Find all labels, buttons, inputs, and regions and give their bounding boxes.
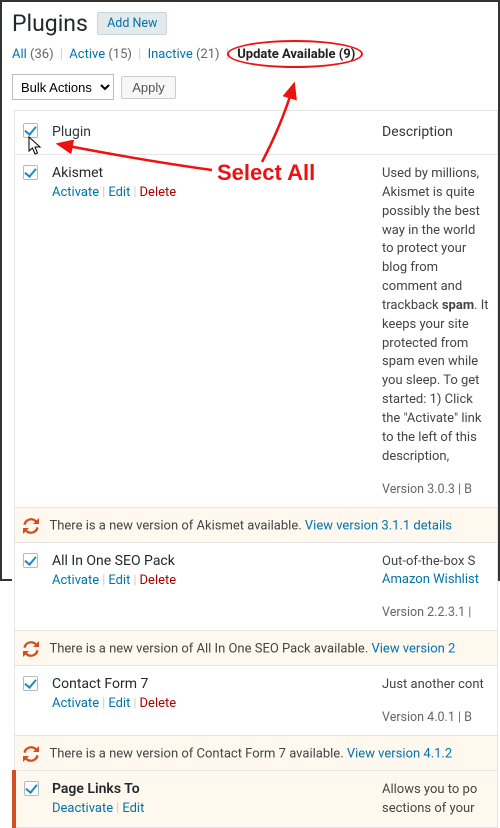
plugin-desc-tail: . It keeps your site protected from spam… xyxy=(382,298,489,464)
activate-link[interactable]: Activate xyxy=(52,573,99,588)
update-link[interactable]: View version 2 xyxy=(371,642,455,657)
col-description-header: Description xyxy=(374,111,498,155)
plugin-version: Version 3.0.3 | B xyxy=(382,481,489,499)
plugins-table: Plugin Description Akismet Activate|Edit… xyxy=(12,110,498,828)
filter-inactive-label: Inactive xyxy=(148,47,193,62)
separator: | xyxy=(226,47,229,62)
update-text: There is a new version of Akismet availa… xyxy=(49,518,304,533)
activate-link[interactable]: Activate xyxy=(52,185,99,200)
update-row: There is a new version of Akismet availa… xyxy=(14,507,498,542)
filter-active[interactable]: Active (15) xyxy=(69,47,132,62)
update-link[interactable]: View version 3.1.1 details xyxy=(305,518,452,533)
edit-link[interactable]: Edit xyxy=(122,801,144,816)
row-actions: Activate|Edit|Delete xyxy=(52,573,366,588)
plugin-desc-link[interactable]: Amazon Wishlist xyxy=(382,572,479,587)
plugin-version: Version 4.0.1 | B xyxy=(382,709,489,727)
page-title: Plugins xyxy=(12,10,88,37)
bulk-actions-row: Bulk Actions Apply xyxy=(12,74,498,100)
bulk-actions-select[interactable]: Bulk Actions xyxy=(12,74,114,100)
filter-inactive-count: (21) xyxy=(196,47,220,62)
filter-bar: All (36) | Active (15) | Inactive (21) |… xyxy=(12,47,498,62)
plugin-desc: Allows you to po xyxy=(382,782,477,797)
table-row: Contact Form 7 Activate|Edit|Delete Just… xyxy=(14,666,498,736)
update-text: There is a new version of All In One SEO… xyxy=(49,642,371,657)
update-text: There is a new version of Contact Form 7… xyxy=(49,747,346,762)
plugin-name: Contact Form 7 xyxy=(52,676,366,692)
filter-active-count: (15) xyxy=(108,47,132,62)
add-new-button[interactable]: Add New xyxy=(97,12,167,35)
row-checkbox[interactable] xyxy=(23,553,38,568)
deactivate-link[interactable]: Deactivate xyxy=(52,801,113,816)
plugin-name: Akismet xyxy=(52,165,366,181)
row-checkbox[interactable] xyxy=(23,165,38,180)
select-all-cell xyxy=(14,111,44,155)
table-row: Page Links To Deactivate|Edit Allows you… xyxy=(14,771,498,828)
col-plugin-header[interactable]: Plugin xyxy=(44,111,374,155)
filter-update-count: (9) xyxy=(339,47,356,62)
table-row: Akismet Activate|Edit|Delete Used by mil… xyxy=(14,155,498,508)
filter-all[interactable]: All (36) xyxy=(12,47,54,62)
apply-button[interactable]: Apply xyxy=(121,76,176,99)
row-actions: Activate|Edit|Delete xyxy=(52,696,366,711)
plugin-name: All In One SEO Pack xyxy=(52,553,366,569)
row-actions: Activate|Edit|Delete xyxy=(52,185,366,200)
select-all-checkbox[interactable] xyxy=(23,123,38,138)
delete-link[interactable]: Delete xyxy=(140,696,177,711)
filter-inactive[interactable]: Inactive (21) xyxy=(148,47,220,62)
filter-all-count: (36) xyxy=(30,47,54,62)
row-checkbox[interactable] xyxy=(23,676,38,691)
table-row: All In One SEO Pack Activate|Edit|Delete… xyxy=(14,542,498,631)
separator: | xyxy=(60,47,63,62)
plugin-version: Version 2.2.3.1 | xyxy=(382,604,489,622)
activate-link[interactable]: Activate xyxy=(52,696,99,711)
edit-link[interactable]: Edit xyxy=(108,696,130,711)
plugin-desc: Used by millions, Akismet is quite possi… xyxy=(382,166,480,313)
refresh-icon xyxy=(23,518,39,534)
update-link[interactable]: View version 4.1.2 xyxy=(347,747,452,762)
delete-link[interactable]: Delete xyxy=(140,185,177,200)
plugin-desc: Out-of-the-box S xyxy=(382,554,475,569)
filter-update-available[interactable]: Update Available (9) xyxy=(235,46,357,63)
edit-link[interactable]: Edit xyxy=(108,573,130,588)
update-row: There is a new version of Contact Form 7… xyxy=(14,736,498,771)
plugin-name: Page Links To xyxy=(52,781,366,797)
separator: | xyxy=(138,47,141,62)
filter-active-label: Active xyxy=(69,47,105,62)
plugin-desc: Just another cont xyxy=(382,677,484,692)
refresh-icon xyxy=(23,746,39,762)
filter-all-label: All xyxy=(12,47,27,62)
filter-update-label: Update Available xyxy=(237,47,335,62)
update-row: There is a new version of All In One SEO… xyxy=(14,631,498,666)
plugin-desc-strong: spam xyxy=(442,298,474,313)
edit-link[interactable]: Edit xyxy=(108,185,130,200)
plugins-page: Plugins Add New All (36) | Active (15) |… xyxy=(2,2,498,828)
plugin-desc2: sections of your xyxy=(382,801,475,816)
refresh-icon xyxy=(23,641,39,657)
delete-link[interactable]: Delete xyxy=(140,573,177,588)
row-actions: Deactivate|Edit xyxy=(52,801,366,816)
row-checkbox[interactable] xyxy=(24,781,39,796)
